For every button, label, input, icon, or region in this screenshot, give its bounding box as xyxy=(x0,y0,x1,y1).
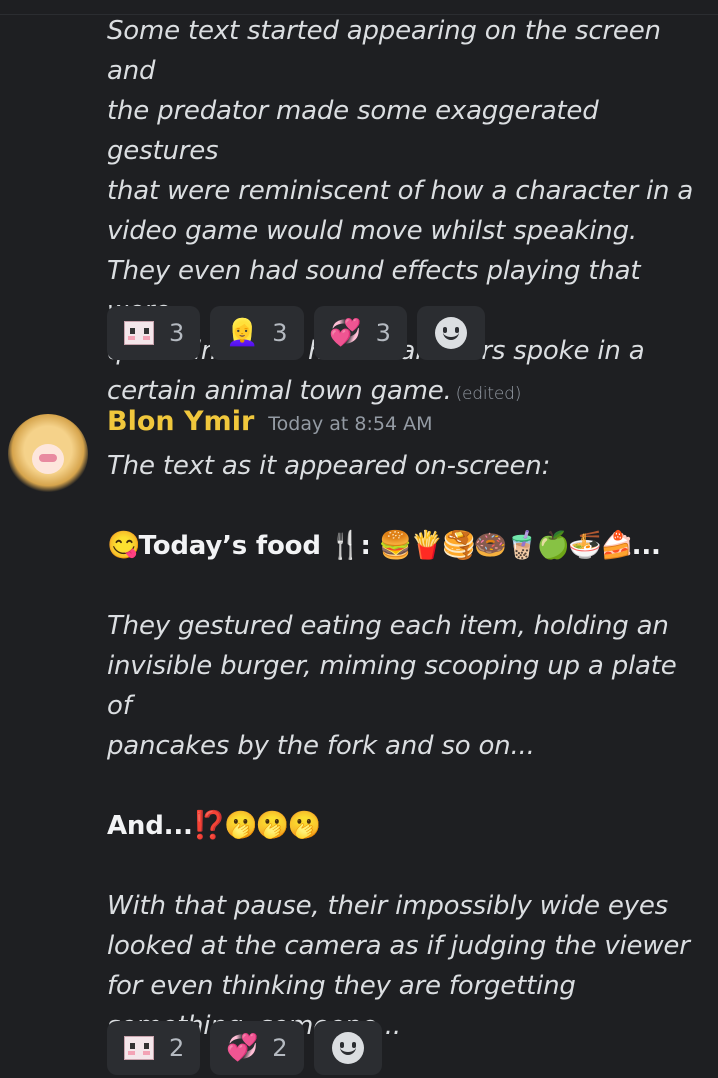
reaction-two-hearts[interactable]: 💞 2 xyxy=(210,1021,304,1075)
food-label: Today’s food xyxy=(138,531,321,561)
intro-line: The text as it appeared on-screen: xyxy=(107,451,551,481)
text-line: certain animal town game. xyxy=(107,376,452,406)
yum-face-icon: 😋 xyxy=(107,530,141,561)
two-hearts-icon: 💞 xyxy=(226,1033,259,1063)
reaction-anime-girl[interactable]: 👱‍♀️ 3 xyxy=(210,306,304,360)
text-line: Some text started appearing on the scree… xyxy=(107,16,661,86)
text-line: for even thinking they are forgetting xyxy=(107,971,576,1001)
blush-face-icon xyxy=(123,1032,155,1064)
avatar[interactable] xyxy=(8,414,88,494)
text-line: They gestured eating each item, holding … xyxy=(107,611,669,641)
text-line: With that pause, their impossibly wide e… xyxy=(107,891,669,921)
food-line: 😋Today’s food 🍴: 🍔🍟🥞🍩🧋🍏🍜🍰... xyxy=(107,526,708,566)
message-header: Blon Ymir Today at 8:54 AM xyxy=(107,406,432,437)
and-label: And... xyxy=(107,811,193,841)
reaction-count: 2 xyxy=(169,1034,185,1062)
text-line: looked at the camera as if judging the v… xyxy=(107,931,690,961)
food-emojis: 🍔🍟🥞🍩🧋🍏🍜🍰 xyxy=(378,530,634,561)
timestamp[interactable]: Today at 8:54 AM xyxy=(268,413,432,435)
reaction-blush[interactable]: 2 xyxy=(107,1021,201,1075)
text-line: the predator made some exaggerated gestu… xyxy=(107,96,599,166)
reaction-blush[interactable]: 3 xyxy=(107,306,201,360)
add-reaction-button[interactable] xyxy=(416,306,485,360)
edited-label: (edited) xyxy=(455,384,522,404)
fork-knife-icon: 🍴 xyxy=(328,530,363,561)
text-line: pancakes by the fork and so on... xyxy=(107,731,535,761)
reaction-count: 3 xyxy=(272,319,288,347)
text-line: that were reminiscent of how a character… xyxy=(107,176,694,206)
face-hand-emojis: ⁉️🫢🫢🫢 xyxy=(192,810,321,841)
two-hearts-icon: 💞 xyxy=(329,318,362,348)
text-line: video game would move whilst speaking. xyxy=(107,216,637,246)
smiley-icon xyxy=(331,1032,364,1064)
reaction-count: 3 xyxy=(169,319,185,347)
blush-face-icon xyxy=(123,317,155,349)
username[interactable]: Blon Ymir xyxy=(107,406,254,437)
and-line: And...⁉️🫢🫢🫢 xyxy=(107,806,708,846)
reaction-two-hearts[interactable]: 💞 3 xyxy=(313,306,407,360)
colon: : xyxy=(360,531,371,561)
reaction-count: 2 xyxy=(272,1034,288,1062)
add-reaction-button[interactable] xyxy=(313,1021,382,1075)
reaction-bar: 2 💞 2 xyxy=(107,1021,382,1075)
text-line: invisible burger, miming scooping up a p… xyxy=(107,651,677,721)
smiley-icon xyxy=(434,317,467,349)
reaction-count: 3 xyxy=(375,319,391,347)
anime-girl-icon: 👱‍♀️ xyxy=(226,318,259,348)
reaction-bar: 3 👱‍♀️ 3 💞 3 xyxy=(107,306,485,360)
ellipsis: ... xyxy=(631,531,661,561)
message-body: The text as it appeared on-screen: 😋Toda… xyxy=(107,446,708,1046)
